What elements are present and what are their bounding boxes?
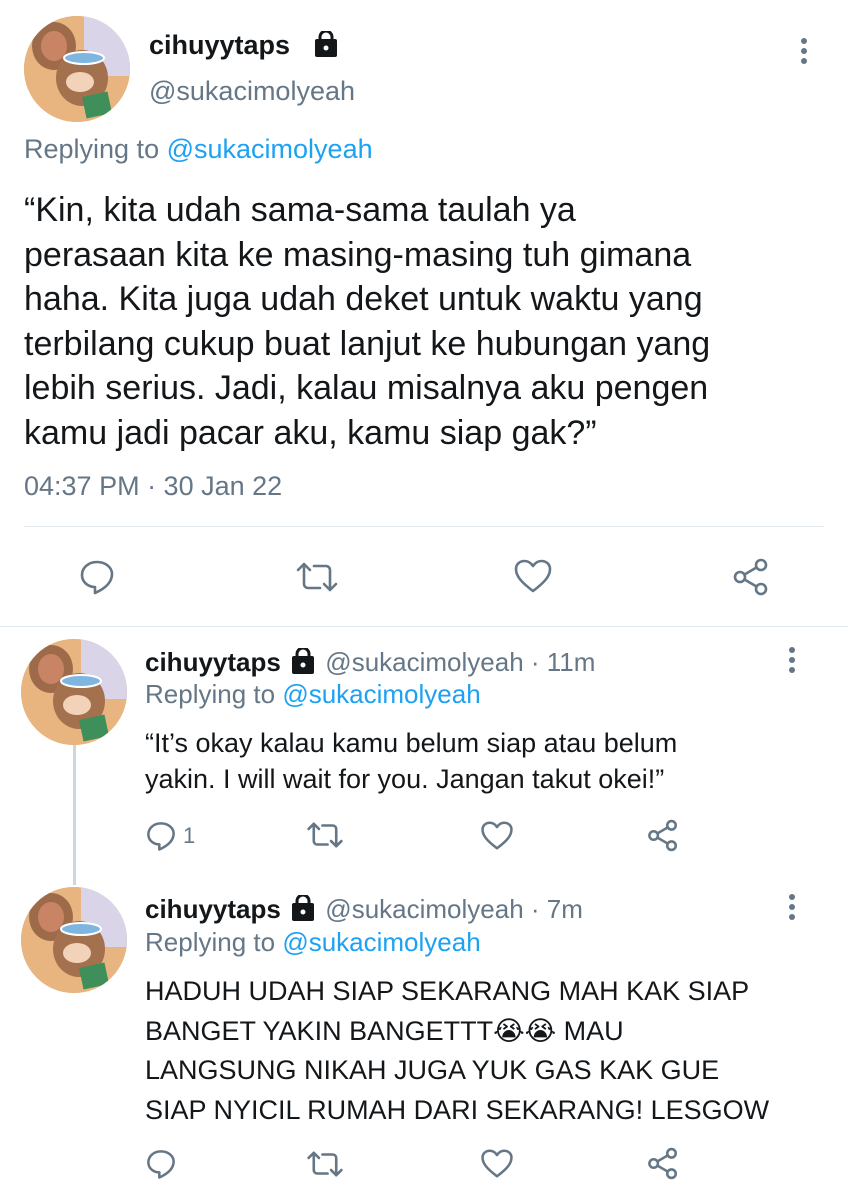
like-icon[interactable] [480, 820, 514, 851]
reply-header: cihuyytaps @sukacimolyeah · 7m [145, 893, 583, 928]
tweet-text-line: kamu jadi pacar aku, kamu siap gak?” [24, 413, 597, 452]
reply-header: cihuyytaps @sukacimolyeah · 11m [145, 646, 595, 681]
replying-to: Replying to @sukacimolyeah [145, 927, 481, 958]
replying-to-link[interactable]: @sukacimolyeah [167, 134, 373, 164]
replying-to-link[interactable]: @sukacimolyeah [282, 679, 480, 709]
like-icon[interactable] [513, 558, 553, 594]
tweet-text-line: “Kin, kita udah sama-sama taulah ya [24, 191, 576, 229]
tweet-text-line: lebih serius. Jadi, kalau misalnya aku p… [24, 369, 709, 407]
reply-icon[interactable] [145, 820, 177, 852]
display-name[interactable]: cihuyytaps [145, 894, 281, 924]
like-icon[interactable] [480, 1148, 514, 1179]
replying-to-label: Replying to [145, 679, 276, 709]
reply-count: 1 [183, 823, 196, 848]
more-options-icon[interactable] [789, 894, 795, 924]
replying-to-link[interactable]: @sukacimolyeah [282, 927, 480, 957]
tweet-text-line: terbilang cukup buat lanjut ke hubungan … [24, 324, 711, 363]
tweet-text-line: “It’s okay kalau kamu belum siap atau be… [145, 728, 678, 758]
share-icon[interactable] [646, 819, 680, 852]
avatar[interactable] [21, 887, 127, 993]
retweet-icon[interactable] [295, 560, 339, 594]
lock-icon [313, 29, 339, 62]
handle[interactable]: @sukacimolyeah [149, 76, 355, 107]
divider [0, 626, 848, 627]
tweet-text-line: HADUH UDAH SIAP SEKARANG MAH KAK SIAP [145, 976, 750, 1006]
thread-line [73, 745, 76, 885]
share-icon[interactable] [731, 558, 771, 596]
reply-icon[interactable] [145, 1148, 177, 1180]
lock-icon [290, 893, 316, 928]
retweet-icon[interactable] [306, 1149, 344, 1179]
more-options-icon[interactable] [801, 38, 807, 68]
retweet-icon[interactable] [306, 820, 344, 850]
handle-time[interactable]: @sukacimolyeah · 11m [325, 647, 595, 677]
replying-to-label: Replying to [24, 134, 160, 164]
tweet-text: “It’s okay kalau kamu belum siap atau be… [145, 725, 677, 797]
tweet-text-line: perasaan kita ke masing-masing tuh giman… [24, 235, 692, 274]
tweet-text: HADUH UDAH SIAP SEKARANG MAH KAK SIAP BA… [145, 972, 769, 1130]
tweet-text-line: haha. Kita juga udah deket untuk waktu y… [24, 280, 703, 318]
lock-icon [290, 646, 316, 681]
tweet-text-line: LANGSUNG NIKAH JUGA YUK GAS KAK GUE [145, 1055, 720, 1085]
timestamp[interactable]: 04:37 PM · 30 Jan 22 [24, 471, 282, 502]
tweet-text-line: yakin. I will wait for you. Jangan takut… [145, 764, 665, 794]
share-icon[interactable] [646, 1147, 680, 1180]
tweet-text-line: SIAP NYICIL RUMAH DARI SEKARANG! LESGOW [145, 1094, 770, 1125]
more-options-icon[interactable] [789, 647, 795, 677]
tweet-text-line: BANGET YAKIN BANGETTT😭😭 MAU [145, 1015, 624, 1046]
replying-to: Replying to @sukacimolyeah [24, 134, 373, 165]
display-name[interactable]: cihuyytaps [145, 647, 281, 677]
replying-to: Replying to @sukacimolyeah [145, 679, 481, 710]
display-name[interactable]: cihuyytaps [149, 30, 290, 61]
replying-to-label: Replying to [145, 927, 276, 957]
tweet-text: “Kin, kita udah sama-sama taulah ya pera… [24, 188, 710, 455]
avatar[interactable] [24, 16, 130, 122]
handle-time[interactable]: @sukacimolyeah · 7m [325, 894, 583, 924]
reply-icon[interactable] [78, 558, 116, 596]
avatar[interactable] [21, 639, 127, 745]
divider [24, 526, 824, 527]
